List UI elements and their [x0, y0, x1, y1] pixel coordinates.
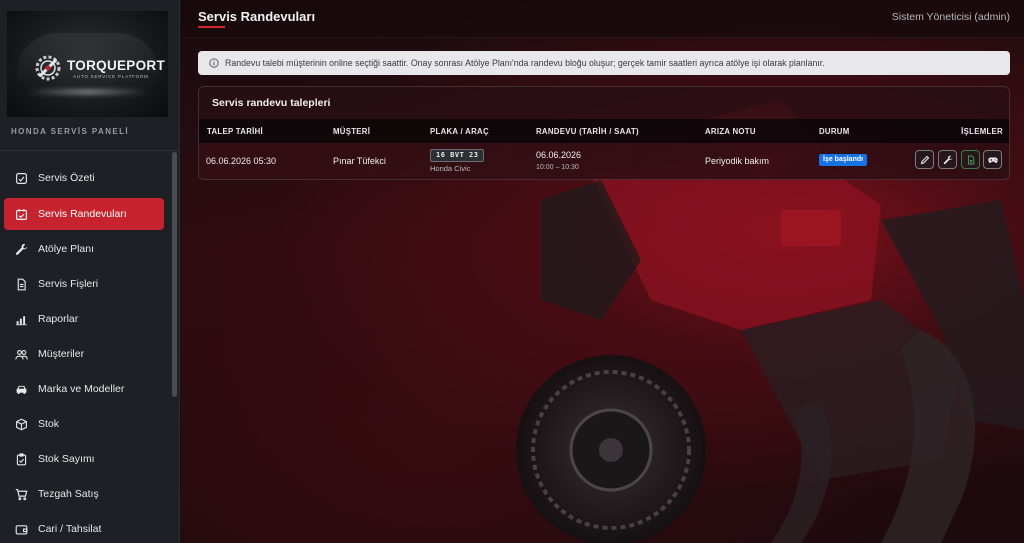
document-icon [967, 155, 974, 164]
plate-badge: 16 BVT 23 [430, 149, 485, 162]
card-title: Servis randevu talepleri [212, 97, 331, 109]
appointment-date-cell: 06.06.2026 [536, 150, 582, 160]
pencil-icon [920, 155, 929, 164]
sidebar-item-musteriler[interactable]: Müşteriler [4, 338, 164, 370]
sidebar-item-label: Raporlar [38, 313, 79, 325]
column-header-request-date: TALEP TARİHİ [207, 127, 264, 136]
column-header-actions: İŞLEMLER [961, 127, 1003, 136]
sidebar-item-cari-tahsilat[interactable]: Cari / Tahsilat [4, 513, 164, 543]
sidebar-item-label: Tezgah Satış [38, 488, 99, 500]
engine-background-image [516, 100, 1024, 543]
sidebar-divider [0, 150, 179, 151]
users-icon [13, 346, 29, 362]
appointments-card: Servis randevu talepleri TALEP TARİHİ MÜ… [198, 86, 1010, 180]
work-order-button[interactable] [938, 150, 957, 169]
main-content: Servis Randevuları Sistem Yöneticisi (ad… [181, 0, 1024, 543]
title-underline [198, 26, 225, 28]
info-icon [209, 58, 219, 68]
sidebar-item-servis-ozeti[interactable]: Servis Özeti [4, 162, 164, 194]
wallet-icon [13, 521, 29, 537]
customer-cell: Pınar Tüfekci [333, 156, 386, 166]
sidebar-item-label: Servis Fişleri [38, 278, 99, 290]
edit-button[interactable] [915, 150, 934, 169]
service-slip-button[interactable] [961, 150, 980, 169]
car-icon [13, 381, 29, 397]
sidebar: TORQUEPORT AUTO SERVICE PLATFORM HONDA S… [0, 0, 180, 543]
brand-tagline: AUTO SERVICE PLATFORM [73, 74, 149, 79]
panel-label: HONDA SERVİS PANELİ [11, 127, 130, 136]
table-row[interactable]: 06.06.2026 05:30 Pınar Tüfekci 16 BVT 23… [199, 143, 1009, 179]
top-bar: Servis Randevuları Sistem Yöneticisi (ad… [181, 0, 1024, 38]
page-title: Servis Randevuları [198, 9, 316, 24]
car-check-icon [13, 170, 29, 186]
cart-icon [13, 486, 29, 502]
wrench-icon [943, 155, 952, 164]
column-header-fault-note: ARIZA NOTU [705, 127, 756, 136]
sidebar-item-atolye-plani[interactable]: Atölye Planı [4, 233, 164, 265]
appointment-time-cell: 10:00 – 10:30 [536, 164, 579, 171]
bar-chart-icon [13, 311, 29, 327]
box-icon [13, 416, 29, 432]
sidebar-item-servis-fisleri[interactable]: Servis Fişleri [4, 268, 164, 300]
sidebar-item-label: Servis Randevuları [38, 208, 127, 220]
user-menu[interactable]: Sistem Yöneticisi (admin) [892, 11, 1010, 23]
sidebar-item-label: Stok [38, 418, 60, 430]
gear-wrench-logo-icon [35, 55, 61, 81]
sidebar-item-tezgah-satis[interactable]: Tezgah Satış [4, 478, 164, 510]
sidebar-item-stok-sayimi[interactable]: Stok Sayımı [4, 443, 164, 475]
gamepad-icon [987, 157, 998, 163]
logo-light-streak [27, 89, 148, 95]
fault-note-cell: Periyodik bakım [705, 156, 770, 166]
info-text: Randevu talebi müşterinin online seçtiği… [225, 58, 825, 68]
sidebar-item-label: Marka ve Modeller [38, 383, 125, 395]
sidebar-item-label: Servis Özeti [38, 172, 95, 184]
wrench-icon [13, 241, 29, 257]
request-date-cell: 06.06.2026 05:30 [206, 156, 277, 166]
sidebar-scrollbar[interactable] [172, 152, 177, 397]
sidebar-item-stok[interactable]: Stok [4, 408, 164, 440]
document-icon [13, 276, 29, 292]
sidebar-item-label: Stok Sayımı [38, 453, 95, 465]
info-alert: Randevu talebi müşterinin online seçtiği… [198, 51, 1010, 75]
clipboard-check-icon [13, 451, 29, 467]
sidebar-item-label: Cari / Tahsilat [38, 523, 102, 535]
sidebar-item-label: Müşteriler [38, 348, 85, 360]
column-header-plate-vehicle: PLAKA / ARAÇ [430, 127, 489, 136]
calendar-check-icon [13, 206, 29, 222]
sidebar-item-label: Atölye Planı [38, 243, 95, 255]
vehicle-button[interactable] [983, 150, 1002, 169]
column-header-status: DURUM [819, 127, 850, 136]
column-header-appointment: RANDEVU (TARİH / SAAT) [536, 127, 639, 136]
vehicle-cell: Honda Civic [430, 164, 471, 173]
table-header: TALEP TARİHİ MÜŞTERİ PLAKA / ARAÇ RANDEV… [199, 119, 1009, 143]
sidebar-item-marka-ve-modeller[interactable]: Marka ve Modeller [4, 373, 164, 405]
sidebar-item-raporlar[interactable]: Raporlar [4, 303, 164, 335]
brand-logo[interactable]: TORQUEPORT AUTO SERVICE PLATFORM [7, 11, 168, 117]
brand-name: TORQUEPORT [67, 58, 166, 73]
sidebar-item-servis-randevulari[interactable]: Servis Randevuları [4, 198, 164, 230]
column-header-customer: MÜŞTERİ [333, 127, 371, 136]
status-badge: İşe başlandı [819, 154, 868, 166]
